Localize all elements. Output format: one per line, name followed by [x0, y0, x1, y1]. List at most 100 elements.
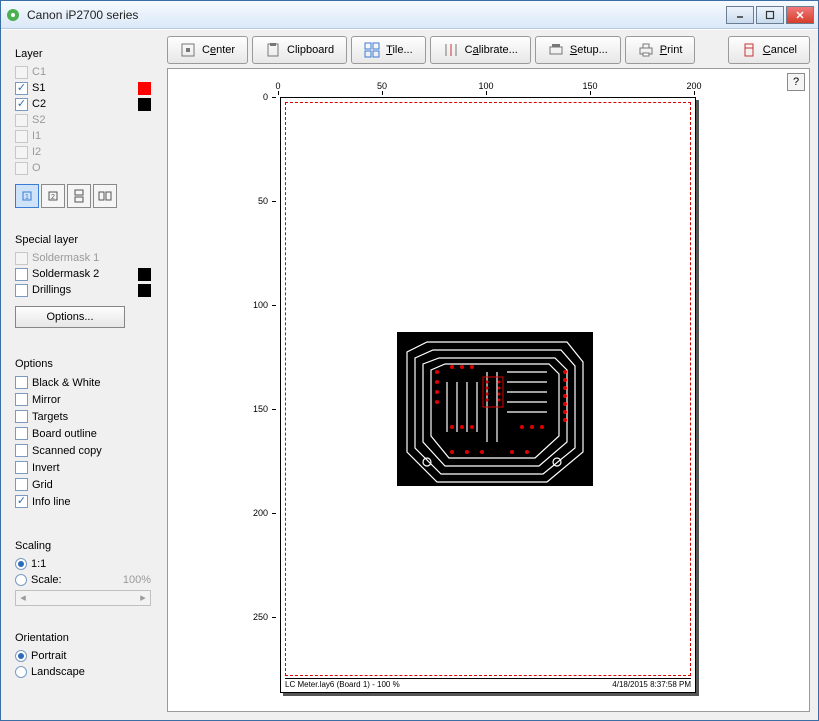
layer-i2-checkbox[interactable]: [15, 146, 28, 159]
scaling-1to1-label: 1:1: [31, 558, 46, 570]
drillings-swatch[interactable]: [138, 284, 151, 297]
opt-grid-checkbox[interactable]: [15, 478, 28, 491]
print-icon: [638, 42, 654, 58]
opt-bw-checkbox[interactable]: [15, 376, 28, 389]
tile-icon: [364, 42, 380, 58]
scaling-scale-radio[interactable]: [15, 574, 27, 586]
minimize-button[interactable]: [726, 6, 754, 24]
opt-targets-label: Targets: [32, 411, 68, 423]
ruler-vertical: 0 50 100 150 200 250: [258, 97, 276, 681]
soldermask2-checkbox[interactable]: [15, 268, 28, 281]
opt-boardoutline-label: Board outline: [32, 428, 97, 440]
orientation-title: Orientation: [15, 632, 151, 644]
print-dialog-window: Canon iP2700 series Layer C1 S1 C2 S2 I1…: [0, 0, 819, 721]
svg-text:1: 1: [25, 194, 29, 201]
opt-scannedcopy-checkbox[interactable]: [15, 444, 28, 457]
orientation-landscape-radio[interactable]: [15, 666, 27, 678]
maximize-button[interactable]: [756, 6, 784, 24]
sidebar: Layer C1 S1 C2 S2 I1 I2 O 1 2 Special la…: [1, 30, 161, 720]
cancel-button[interactable]: Cancel: [728, 36, 810, 64]
opt-boardoutline-checkbox[interactable]: [15, 427, 28, 440]
pcb-board-preview[interactable]: [397, 332, 593, 486]
layer-o-label: O: [32, 162, 41, 174]
main-panel: Center Clipboard Tile... Calibrate... Se…: [161, 30, 818, 720]
slider-right-icon: ▸: [136, 591, 150, 605]
orientation-landscape-label: Landscape: [31, 666, 85, 678]
setup-icon: [548, 42, 564, 58]
layer-s1-swatch[interactable]: [138, 82, 151, 95]
layer-i2-label: I2: [32, 146, 41, 158]
clipboard-button-label: Clipboard: [287, 44, 334, 56]
layer-s1-checkbox[interactable]: [15, 82, 28, 95]
view-mode-4-button[interactable]: [93, 184, 117, 208]
calibrate-button-label: Calibrate...: [465, 44, 518, 56]
view-mode-2-button[interactable]: 2: [41, 184, 65, 208]
layer-i1-checkbox[interactable]: [15, 130, 28, 143]
scaling-title: Scaling: [15, 540, 151, 552]
layer-options-button[interactable]: Options...: [15, 306, 125, 328]
opt-mirror-checkbox[interactable]: [15, 393, 28, 406]
print-preview-area[interactable]: ? 0 50 100 150 200 0 50 100 150 200: [167, 68, 810, 712]
scaling-slider[interactable]: ◂▸: [15, 590, 151, 606]
tile-button[interactable]: Tile...: [351, 36, 426, 64]
opt-infoline-label: Info line: [32, 496, 71, 508]
close-button[interactable]: [786, 6, 814, 24]
soldermask2-label: Soldermask 2: [32, 268, 99, 280]
ruler-horizontal: 0 50 100 150 200: [278, 79, 789, 95]
layer-i1-label: I1: [32, 130, 41, 142]
opt-infoline-checkbox[interactable]: [15, 495, 28, 508]
special-layer-title: Special layer: [15, 234, 151, 246]
cancel-button-label: Cancel: [763, 44, 797, 56]
print-button-label: Print: [660, 44, 683, 56]
scaling-scale-label: Scale:: [31, 574, 62, 586]
center-button[interactable]: Center: [167, 36, 248, 64]
view-mode-1-button[interactable]: 1: [15, 184, 39, 208]
layer-c1-label: C1: [32, 66, 46, 78]
window-title: Canon iP2700 series: [27, 8, 726, 22]
soldermask2-swatch[interactable]: [138, 268, 151, 281]
drillings-checkbox[interactable]: [15, 284, 28, 297]
slider-left-icon: ◂: [16, 591, 30, 605]
layer-c2-label: C2: [32, 98, 46, 110]
clipboard-icon: [265, 42, 281, 58]
opt-mirror-label: Mirror: [32, 394, 61, 406]
titlebar: Canon iP2700 series: [1, 1, 818, 29]
view-mode-3-button[interactable]: [67, 184, 91, 208]
info-line-left: LC Meter.lay6 (Board 1) - 100 %: [285, 680, 400, 690]
center-button-label: Center: [202, 44, 235, 56]
calibrate-button[interactable]: Calibrate...: [430, 36, 531, 64]
layer-c2-checkbox[interactable]: [15, 98, 28, 111]
info-line: LC Meter.lay6 (Board 1) - 100 % 4/18/201…: [285, 678, 691, 690]
drillings-label: Drillings: [32, 284, 71, 296]
app-icon: [5, 7, 21, 23]
page-preview[interactable]: LC Meter.lay6 (Board 1) - 100 % 4/18/201…: [280, 97, 696, 693]
clipboard-button[interactable]: Clipboard: [252, 36, 347, 64]
cancel-icon: [741, 42, 757, 58]
layer-s2-checkbox[interactable]: [15, 114, 28, 127]
print-button[interactable]: Print: [625, 36, 696, 64]
layer-c1-checkbox[interactable]: [15, 66, 28, 79]
layer-s1-label: S1: [32, 82, 45, 94]
orientation-portrait-radio[interactable]: [15, 650, 27, 662]
calibrate-icon: [443, 42, 459, 58]
scaling-1to1-radio[interactable]: [15, 558, 27, 570]
setup-button[interactable]: Setup...: [535, 36, 621, 64]
info-line-right: 4/18/2015 8:37:58 PM: [612, 680, 691, 690]
opt-bw-label: Black & White: [32, 377, 100, 389]
layer-s2-label: S2: [32, 114, 45, 126]
opt-invert-label: Invert: [32, 462, 60, 474]
soldermask1-label: Soldermask 1: [32, 252, 99, 264]
layer-c2-swatch[interactable]: [138, 98, 151, 111]
setup-button-label: Setup...: [570, 44, 608, 56]
soldermask1-checkbox[interactable]: [15, 252, 28, 265]
opt-invert-checkbox[interactable]: [15, 461, 28, 474]
tile-button-label: Tile...: [386, 44, 413, 56]
scaling-pct-value: 100%: [123, 574, 151, 586]
options-title: Options: [15, 358, 151, 370]
opt-targets-checkbox[interactable]: [15, 410, 28, 423]
layer-group-title: Layer: [15, 48, 151, 60]
orientation-portrait-label: Portrait: [31, 650, 66, 662]
layer-o-checkbox[interactable]: [15, 162, 28, 175]
center-icon: [180, 42, 196, 58]
opt-grid-label: Grid: [32, 479, 53, 491]
